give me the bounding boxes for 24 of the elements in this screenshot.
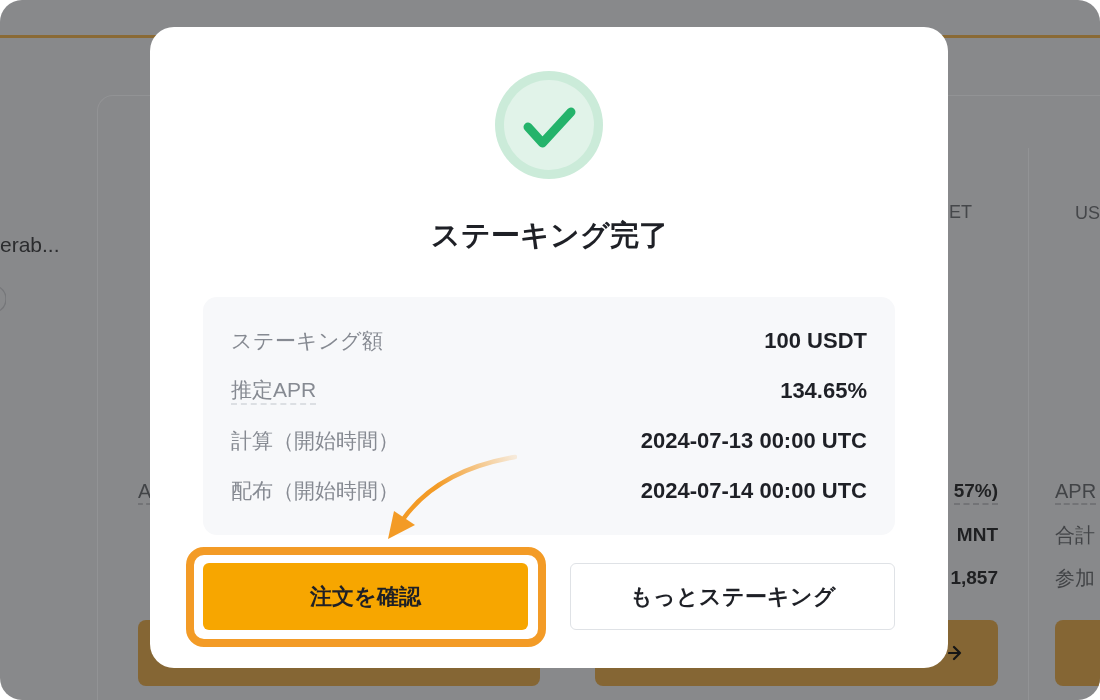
more-staking-button[interactable]: もっとステーキング xyxy=(570,563,895,630)
stat-value: 1,857 xyxy=(950,565,998,590)
arrow-icon xyxy=(948,645,962,661)
detail-value: 2024-07-13 00:00 UTC xyxy=(640,428,867,454)
detail-value: 2024-07-14 00:00 UTC xyxy=(640,478,867,504)
detail-value: 134.65% xyxy=(780,378,867,404)
stat-label: 参加 xyxy=(1055,565,1095,590)
check-circle-icon xyxy=(495,71,603,179)
column-heading: US xyxy=(1075,202,1100,225)
detail-label: 配布（開始時間） xyxy=(231,478,399,504)
dialog-title: ステーキング完了 xyxy=(430,218,668,253)
detail-value: 100 USDT xyxy=(764,328,867,354)
stat-label: APR xyxy=(1055,478,1097,505)
detail-label: 推定APR xyxy=(231,377,317,405)
action-button[interactable] xyxy=(1055,620,1100,686)
stat-label: 合計 xyxy=(1055,522,1095,547)
column-heading: ET xyxy=(949,201,972,224)
curved-arrow-icon xyxy=(385,454,517,540)
sidebar-text: erab... xyxy=(0,233,61,257)
stat-value: MNT xyxy=(956,522,998,547)
stat-value: 57%) xyxy=(953,478,998,505)
confirm-order-button[interactable]: 注文を確認 xyxy=(203,563,528,630)
detail-label: ステーキング額 xyxy=(231,328,383,354)
detail-label: 計算（開始時間） xyxy=(231,428,399,454)
